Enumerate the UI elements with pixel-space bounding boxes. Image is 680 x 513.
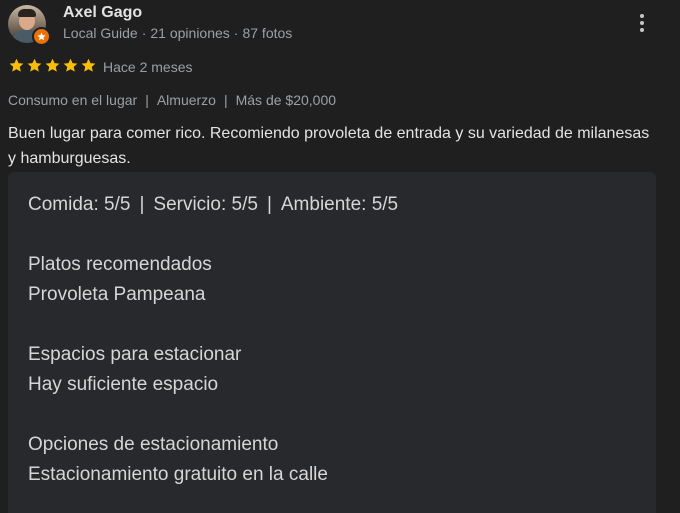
local-guide-badge-icon — [32, 27, 51, 46]
more-vert-icon — [640, 14, 644, 18]
tag-separator: | — [223, 92, 228, 108]
recommended-dishes-heading: Platos recomendados — [28, 254, 212, 275]
score-service: Servicio: 5/5 — [153, 194, 258, 215]
parking-options-heading: Opciones de estacionamiento — [28, 434, 279, 455]
more-options-button[interactable] — [630, 10, 654, 36]
review-tags: Consumo en el lugar | Almuerzo | Más de … — [8, 92, 336, 108]
star-icon — [45, 58, 60, 72]
review-date: Hace 2 meses — [103, 59, 193, 75]
recommended-dishes-value: Provoleta Pampeana — [28, 284, 206, 305]
author-meta: Local Guide · 21 opiniones · 87 fotos — [63, 25, 292, 41]
star-icon — [9, 58, 24, 72]
parking-options-value: Estacionamiento gratuito en la calle — [28, 464, 328, 485]
meta-separator: · — [141, 25, 147, 41]
review-details: Comida: 5/5 | Servicio: 5/5 | Ambiente: 5/5 … — [8, 172, 656, 513]
tag-service: Consumo en el lugar — [8, 92, 138, 108]
score-food: Comida: 5/5 — [28, 194, 131, 215]
star-icon — [81, 58, 96, 72]
star-icon — [27, 58, 42, 72]
score-ambience: Ambiente: 5/5 — [280, 194, 399, 215]
review-card: Axel Gago Local Guide · 21 opiniones · 87 fo… — [0, 0, 680, 513]
tag-price: Más de $20,000 — [235, 92, 337, 108]
parking-space-heading: Espacios para estacionar — [28, 344, 242, 365]
avatar[interactable] — [8, 5, 51, 46]
photo-count: 87 fotos — [242, 25, 293, 41]
parking-space-value: Hay suficiente espacio — [28, 374, 219, 395]
tag-meal: Almuerzo — [156, 92, 216, 108]
author-name[interactable]: Axel Gago — [63, 4, 142, 22]
score-separator: | — [266, 194, 272, 215]
local-guide-label: Local Guide — [63, 25, 138, 41]
meta-separator: · — [233, 25, 239, 41]
star-icon — [63, 58, 78, 72]
review-body: Buen lugar para comer rico. Recomiendo p… — [8, 125, 650, 167]
star-rating — [8, 57, 97, 74]
review-count: 21 opiniones — [150, 25, 230, 41]
tag-separator: | — [145, 92, 149, 108]
scores-line: Comida: 5/5 | Servicio: 5/5 | Ambiente: 5/5 — [28, 194, 398, 216]
score-separator: | — [139, 194, 145, 215]
